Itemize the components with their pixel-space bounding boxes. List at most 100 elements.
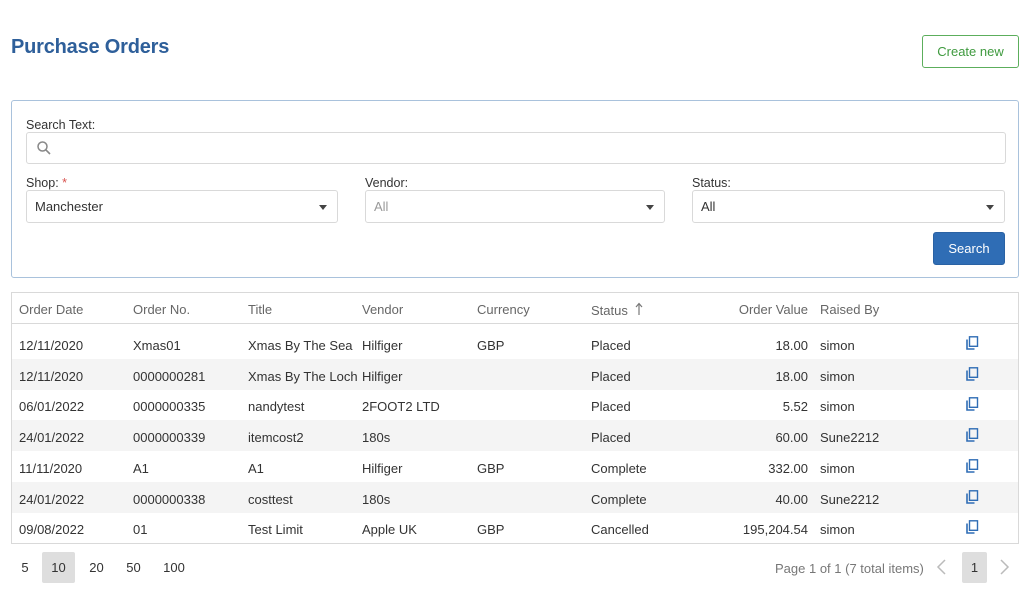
table-row[interactable]: 24/01/2022 0000000338 costtest 180s Complete…: [12, 481, 1018, 513]
cell-title: Xmas By The Loch: [248, 368, 358, 384]
cell-title: nandytest: [248, 399, 305, 415]
table-row[interactable]: 12/11/2020 0000000281 Xmas By The Loch Hilf…: [12, 358, 1018, 390]
page-size-option[interactable]: 100: [155, 552, 193, 583]
copy-icon[interactable]: [965, 336, 979, 350]
table-row[interactable]: 24/01/2022 0000000339 itemcost2 180s Placed 6…: [12, 420, 1018, 452]
chevron-left-icon[interactable]: [935, 558, 949, 576]
cell-title: Xmas By The Sea: [248, 338, 353, 353]
status-dropdown[interactable]: All: [692, 190, 1005, 223]
copy-icon[interactable]: [965, 489, 979, 504]
table-row[interactable]: 09/08/2022 01 Test Limit Apple UK GBP Cancell…: [12, 512, 1018, 543]
pager-info: Page 1 of 1 (7 total items): [775, 561, 924, 576]
shop-dropdown[interactable]: Manchester: [26, 190, 338, 223]
cell-vendor: Apple UK: [362, 522, 417, 538]
sort-ascending-icon: [636, 302, 643, 315]
filter-panel: Search Text: Shop: * Manchester Vendor: …: [11, 100, 1019, 278]
cell-vendor: 2FOOT2 LTD: [362, 399, 440, 415]
cell-vendor: Hilfiger: [362, 338, 403, 353]
page-size-option[interactable]: 50: [117, 552, 150, 583]
cell-order-value: 40.00: [775, 491, 808, 507]
cell-order-no: 0000000281: [133, 368, 206, 384]
cell-order-date: 24/01/2022: [19, 491, 85, 507]
column-header-vendor[interactable]: Vendor: [362, 302, 403, 317]
cell-title: itemcost2: [248, 430, 304, 446]
copy-icon[interactable]: [965, 397, 979, 412]
table-row[interactable]: 06/01/2022 0000000335 nandytest 2FOOT2 LTD P…: [12, 389, 1018, 420]
page-size-option[interactable]: 5: [11, 552, 39, 583]
search-text-label: Search Text:: [26, 118, 96, 132]
cell-vendor: 180s: [362, 491, 391, 507]
cell-order-no: 01: [133, 522, 148, 538]
cell-currency: GBP: [477, 338, 505, 353]
cell-status: Placed: [591, 430, 631, 446]
cell-order-date: 24/01/2022: [19, 430, 85, 446]
cell-status: Placed: [591, 368, 631, 384]
cell-raised-by: simon: [820, 399, 855, 415]
cell-order-date: 12/11/2020: [19, 368, 84, 384]
caret-down-icon: [986, 205, 994, 210]
cell-order-value: 18.00: [775, 338, 808, 353]
cell-title: costtest: [248, 491, 293, 507]
column-header-currency[interactable]: Currency: [477, 302, 530, 317]
column-header-raised-by[interactable]: Raised By: [820, 302, 879, 317]
shop-label-text: Shop:: [26, 176, 59, 190]
cell-raised-by: simon: [820, 338, 855, 353]
chevron-right-icon[interactable]: [997, 558, 1011, 576]
search-box[interactable]: [26, 132, 1006, 164]
search-input[interactable]: [59, 135, 999, 161]
cell-order-value: 332.00: [768, 460, 808, 476]
cell-order-date: 11/11/2020: [19, 460, 83, 476]
orders-grid: Order Date Order No. Title Vendor Curren…: [11, 292, 1019, 544]
create-new-button[interactable]: Create new: [922, 35, 1019, 68]
status-label: Status:: [692, 176, 731, 190]
cell-raised-by: simon: [820, 522, 855, 538]
cell-order-no: 0000000338: [133, 491, 206, 507]
status-dropdown-value: All: [701, 199, 716, 214]
cell-raised-by: Sune2212: [820, 430, 880, 446]
copy-icon[interactable]: [965, 520, 979, 534]
copy-icon[interactable]: [965, 458, 979, 473]
table-row[interactable]: 12/11/2020 Xmas01 Xmas By The Sea Hilfiger G…: [12, 328, 1018, 359]
cell-order-value: 195,204.54: [742, 522, 808, 538]
search-icon: [37, 141, 51, 155]
column-header-order-value[interactable]: Order Value: [708, 302, 808, 317]
cell-order-no: A1: [133, 460, 149, 476]
grid-header: Order Date Order No. Title Vendor Curren…: [12, 293, 1018, 324]
shop-dropdown-value: Manchester: [35, 199, 103, 214]
cell-status: Cancelled: [591, 522, 649, 538]
cell-order-value: 5.52: [782, 399, 808, 415]
cell-order-date: 12/11/2020: [19, 338, 84, 353]
cell-vendor: Hilfiger: [362, 460, 403, 476]
cell-order-value: 18.00: [775, 368, 808, 384]
page-size-option[interactable]: 20: [80, 552, 113, 583]
column-header-status-label: Status: [591, 303, 628, 318]
cell-status: Complete: [591, 460, 647, 476]
vendor-dropdown[interactable]: All: [365, 190, 665, 223]
table-row[interactable]: 11/11/2020 A1 A1 Hilfiger GBP Complete 332.00 s…: [12, 451, 1018, 482]
cell-vendor: 180s: [362, 430, 391, 446]
cell-order-no: 0000000335: [133, 399, 206, 415]
column-header-title[interactable]: Title: [248, 302, 272, 317]
cell-raised-by: Sune2212: [820, 491, 880, 507]
cell-status: Placed: [591, 338, 631, 353]
cell-order-no: Xmas01: [133, 338, 181, 353]
vendor-label: Vendor:: [365, 176, 409, 190]
copy-icon[interactable]: [965, 428, 979, 442]
page-number-button[interactable]: 1: [962, 552, 987, 583]
cell-raised-by: simon: [820, 368, 855, 384]
cell-vendor: Hilfiger: [362, 368, 403, 384]
search-button[interactable]: Search: [933, 232, 1005, 265]
cell-currency: GBP: [477, 522, 505, 538]
page-size-option[interactable]: 10: [42, 552, 75, 583]
cell-order-date: 06/01/2022: [19, 399, 85, 415]
cell-status: Complete: [591, 491, 647, 507]
column-header-order-date[interactable]: Order Date: [19, 302, 83, 317]
cell-order-date: 09/08/2022: [19, 522, 85, 538]
column-header-order-no[interactable]: Order No.: [133, 302, 190, 317]
required-marker: *: [62, 176, 68, 190]
cell-currency: GBP: [477, 460, 505, 476]
vendor-dropdown-value: All: [374, 199, 389, 214]
cell-title: Test Limit: [248, 522, 303, 538]
column-header-status[interactable]: Status: [591, 302, 643, 318]
copy-icon[interactable]: [965, 366, 979, 381]
